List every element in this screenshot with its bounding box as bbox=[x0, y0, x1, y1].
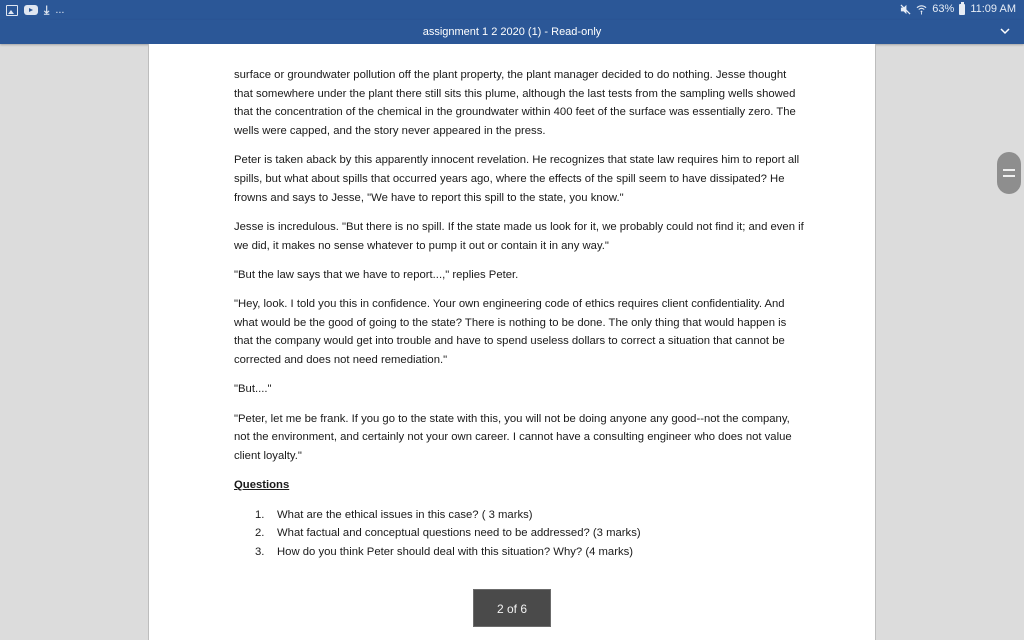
paragraph: surface or groundwater pollution off the… bbox=[234, 69, 796, 138]
scroll-handle[interactable] bbox=[997, 152, 1021, 194]
grip-line-icon bbox=[1003, 169, 1015, 171]
question-number: 3. bbox=[255, 545, 265, 558]
status-bar-notifications: ⤓ ... bbox=[6, 3, 64, 17]
video-icon bbox=[24, 5, 38, 15]
app-title-bar: assignment 1 2 2020 (1) - Read-only bbox=[0, 20, 1024, 44]
wifi-icon bbox=[916, 4, 927, 15]
clock: 11:09 AM bbox=[970, 3, 1016, 15]
paragraph: Jesse is incredulous. "But there is no s… bbox=[234, 220, 804, 252]
document-page[interactable]: surface or groundwater pollution off the… bbox=[148, 44, 876, 640]
paragraph: "But...." bbox=[234, 383, 272, 396]
paragraph: Peter is taken aback by this apparently … bbox=[234, 154, 800, 204]
question-item: 1. What are the ethical issues in this c… bbox=[234, 506, 804, 525]
grip-line-icon bbox=[1003, 175, 1015, 177]
paragraph: "Peter, let me be frank. If you go to th… bbox=[234, 412, 792, 462]
chevron-down-icon[interactable] bbox=[998, 24, 1012, 38]
question-number: 2. bbox=[255, 527, 265, 540]
mute-icon bbox=[900, 3, 911, 15]
paragraph: "But the law says that we have to report… bbox=[234, 268, 519, 281]
document-title: assignment 1 2 2020 (1) - Read-only bbox=[422, 26, 602, 38]
questions-heading: Questions bbox=[234, 479, 290, 492]
page-indicator: 2 of 6 bbox=[473, 589, 551, 627]
questions-list: 1. What are the ethical issues in this c… bbox=[234, 506, 804, 562]
document-body: surface or groundwater pollution off the… bbox=[234, 66, 804, 561]
status-bar: ⤓ ... 63% 11:09 AM bbox=[0, 0, 1024, 20]
battery-icon bbox=[959, 1, 966, 15]
image-icon bbox=[6, 4, 18, 16]
battery-percent: 63% bbox=[932, 3, 955, 15]
question-number: 1. bbox=[255, 508, 265, 521]
question-text: What are the ethical issues in this case… bbox=[277, 508, 533, 521]
paragraph: "Hey, look. I told you this in confidenc… bbox=[234, 298, 787, 367]
question-item: 2. What factual and conceptual questions… bbox=[234, 524, 804, 543]
question-item: 3. How do you think Peter should deal wi… bbox=[234, 543, 804, 562]
more-icon: ... bbox=[55, 4, 65, 16]
question-text: How do you think Peter should deal with … bbox=[277, 545, 634, 558]
question-text: What factual and conceptual questions ne… bbox=[277, 527, 641, 540]
status-bar-system: 63% 11:09 AM bbox=[900, 1, 1016, 15]
download-icon: ⤓ bbox=[44, 3, 50, 17]
